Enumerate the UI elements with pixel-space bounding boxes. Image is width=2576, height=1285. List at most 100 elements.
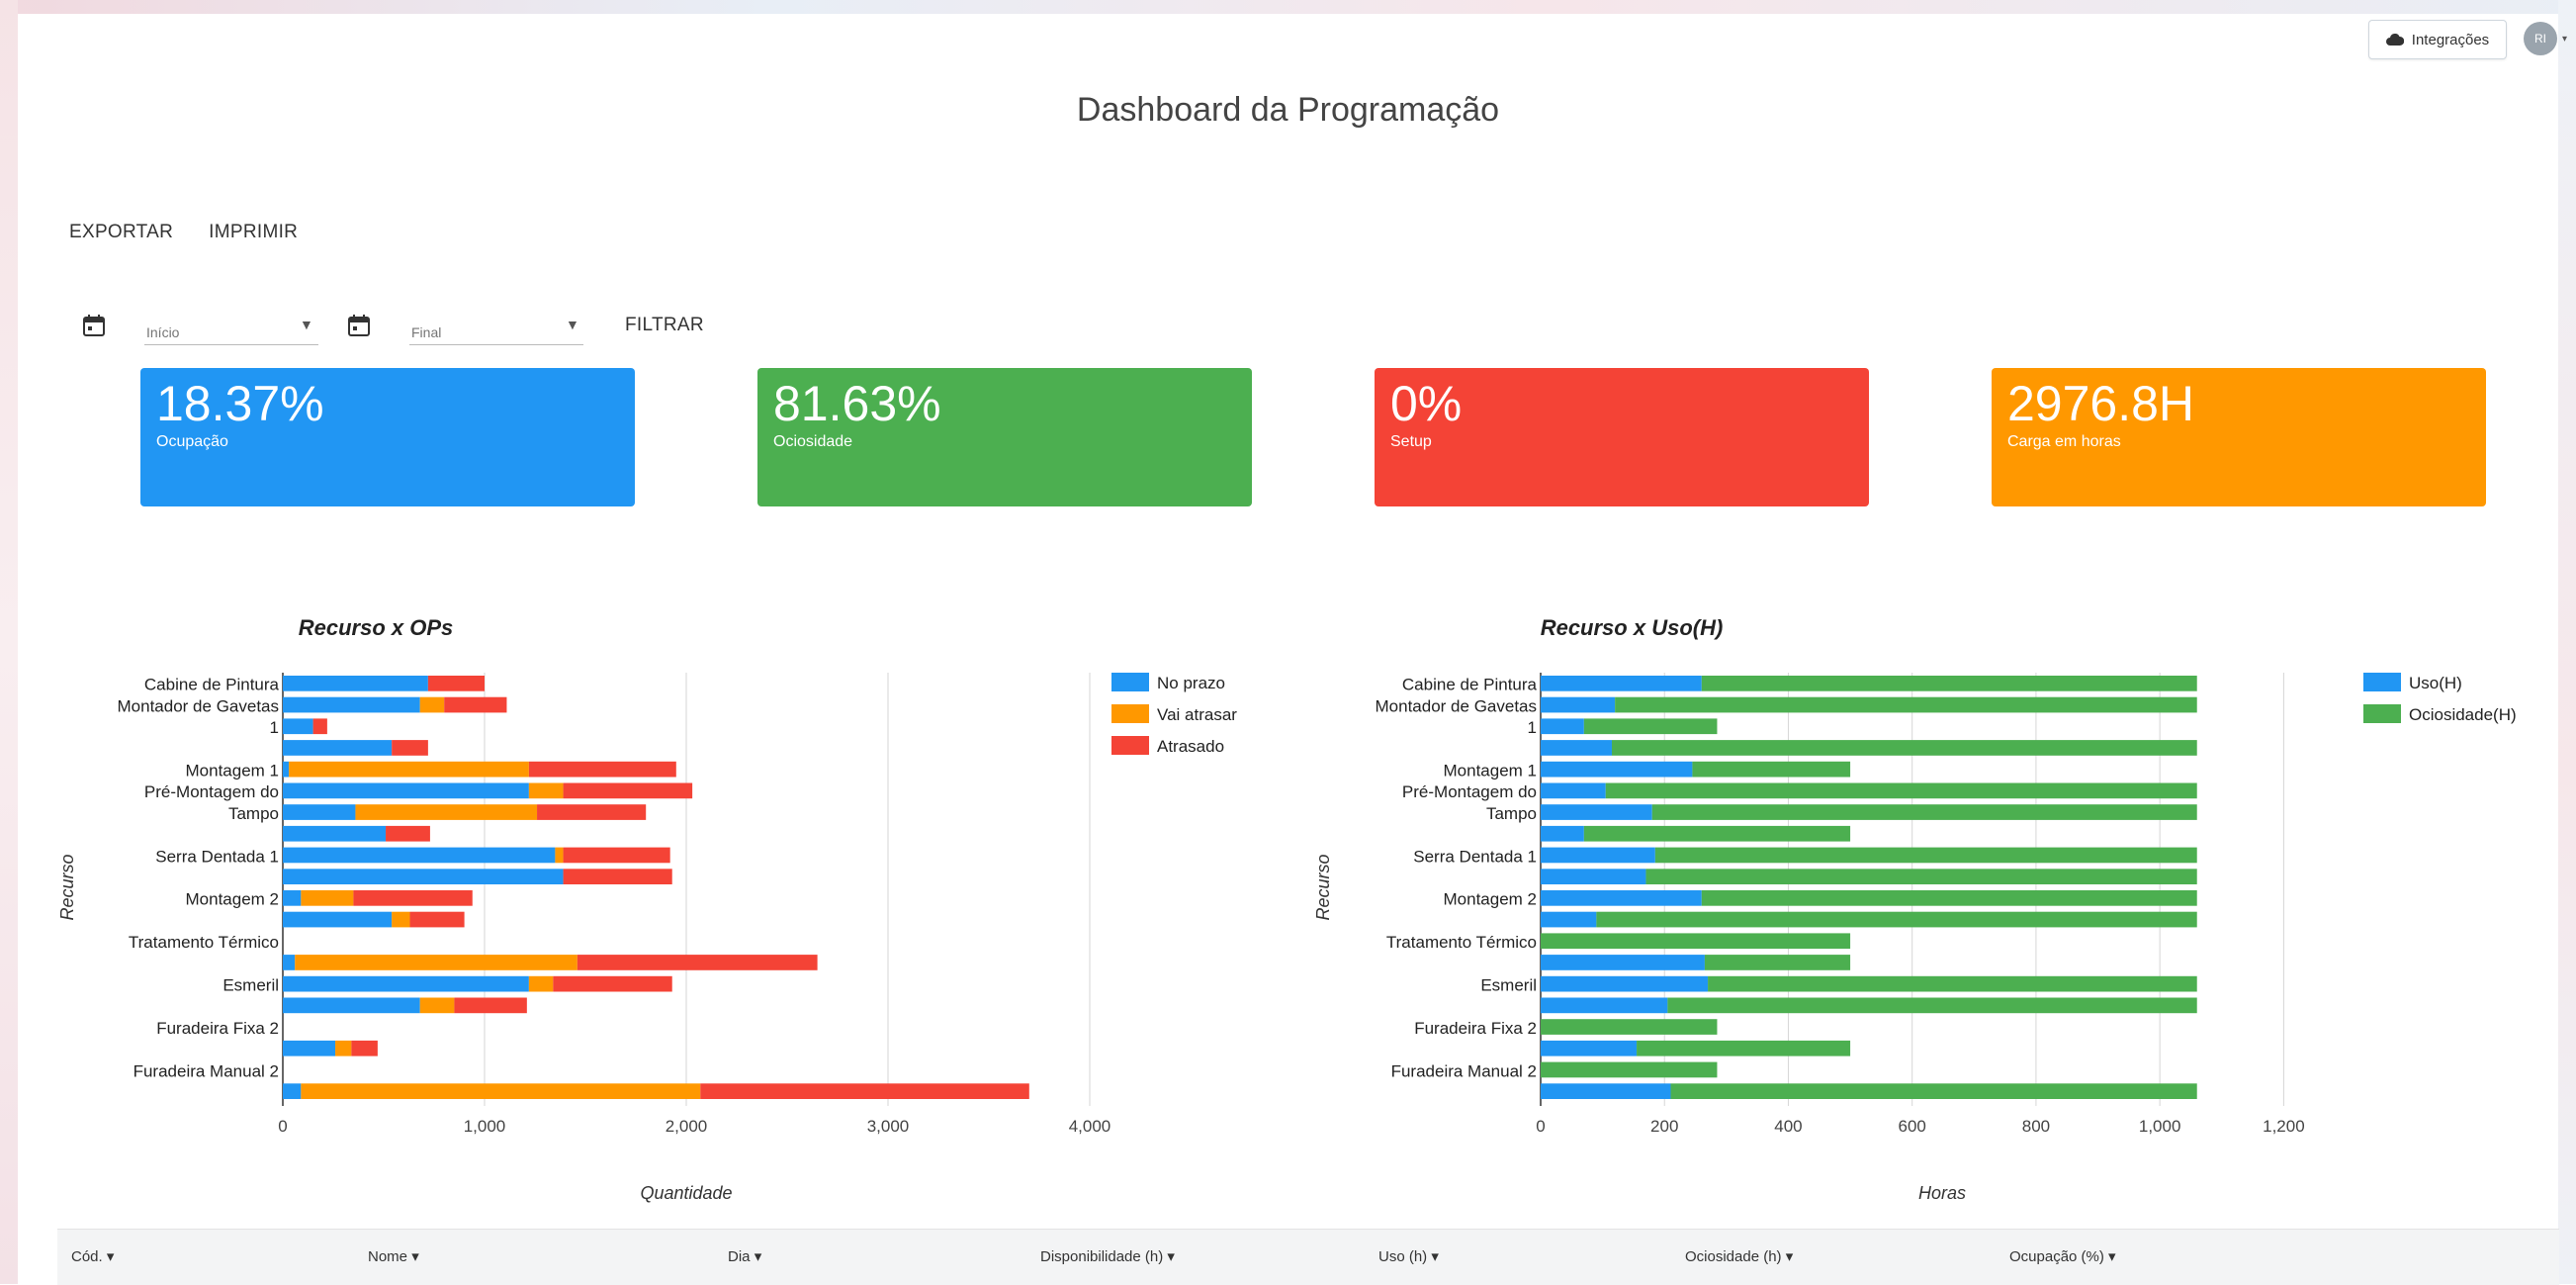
bar-segment xyxy=(1541,761,1693,778)
bar-segment xyxy=(1701,890,2197,906)
bar-segment xyxy=(1541,911,1597,928)
column-label: Disponibilidade (h) xyxy=(1040,1248,1164,1265)
bar-segment xyxy=(283,1083,302,1099)
y-tick-label: Montador de Gavetas xyxy=(1376,696,1537,715)
y-tick-label: Montagem 1 xyxy=(1444,762,1538,780)
legend-swatch xyxy=(2363,704,2401,723)
y-tick-label: Montador de Gavetas xyxy=(118,696,279,715)
bar-segment xyxy=(1541,847,1655,864)
y-tick-label: Pré-Montagem do xyxy=(1402,782,1537,801)
bar-segment xyxy=(563,782,693,799)
y-tick-label: Serra Dentada 1 xyxy=(1413,847,1537,866)
sort-caret-icon[interactable]: ▾ xyxy=(1786,1248,1794,1265)
chart-ops: 0 1,000 2,000 3,000 4,000 Cabine de Pintura Mo… xyxy=(57,673,2517,1203)
sort-caret-icon[interactable]: ▾ xyxy=(755,1248,762,1265)
column-label: Uso (h) xyxy=(1378,1248,1428,1265)
bar-segment xyxy=(528,975,554,992)
legend-swatch xyxy=(1111,736,1149,755)
bar-segment xyxy=(1541,676,1702,691)
bar-segment xyxy=(1704,955,1851,970)
bar-segment xyxy=(555,847,564,864)
column-header-code[interactable]: Cód. ▾ xyxy=(71,1247,114,1265)
bar-segment xyxy=(444,696,507,713)
column-header-day[interactable]: Dia ▾ xyxy=(728,1247,761,1265)
bar-segment xyxy=(283,997,420,1014)
x-tick-label: 3,000 xyxy=(867,1117,910,1136)
bar-segment xyxy=(353,890,473,906)
bar-segment xyxy=(1541,740,1613,756)
bar-segment xyxy=(1708,975,2197,992)
bar-segment xyxy=(283,955,296,970)
bar-segment xyxy=(1541,997,1668,1014)
bar-segment xyxy=(1541,1083,1671,1099)
bar-segment xyxy=(1701,676,2197,691)
y-tick-label: Montagem 1 xyxy=(186,762,280,780)
bar-segment xyxy=(283,847,556,864)
y-tick-label: Cabine de Pintura xyxy=(144,676,280,694)
bar-segment xyxy=(1541,933,1851,950)
column-header-occupation[interactable]: Ocupação (%) ▾ xyxy=(2009,1247,2116,1265)
bar-segment xyxy=(283,676,428,691)
bar-segment xyxy=(563,869,672,884)
legend-label: Ociosidade(H) xyxy=(2409,705,2517,724)
column-header-idleness[interactable]: Ociosidade (h) ▾ xyxy=(1685,1247,1793,1265)
bar-segment xyxy=(1583,718,1718,735)
y-tick-label: Cabine de Pintura xyxy=(1402,676,1538,694)
bar-segment xyxy=(528,782,564,799)
legend-swatch xyxy=(2363,673,2401,691)
y-tick-label: Esmeril xyxy=(222,976,279,995)
bar-segment xyxy=(295,955,577,970)
bar-segment xyxy=(1541,890,1702,906)
bar-segment xyxy=(1670,1083,2197,1099)
y-tick-label: 1 xyxy=(1528,718,1537,737)
bar-segment xyxy=(1541,1061,1718,1078)
legend-label: Atrasado xyxy=(1157,737,1224,756)
x-tick-label: 2,000 xyxy=(666,1117,708,1136)
sort-caret-icon[interactable]: ▾ xyxy=(2108,1248,2116,1265)
x-axis-title: Quantidade xyxy=(640,1183,732,1203)
column-header-name[interactable]: Nome ▾ xyxy=(368,1247,419,1265)
sort-caret-icon[interactable]: ▾ xyxy=(411,1248,419,1265)
legend-swatch xyxy=(1111,673,1149,691)
bar-segment xyxy=(283,869,564,884)
bar-segment xyxy=(1615,696,2197,713)
bar-segment xyxy=(1692,761,1851,778)
legend-label: Vai atrasar xyxy=(1157,705,1237,724)
legend-swatch xyxy=(1111,704,1149,723)
bar-segment xyxy=(283,804,356,820)
y-tick-label: Tratamento Térmico xyxy=(129,933,279,952)
bar-segment xyxy=(283,825,387,842)
bar-segment xyxy=(1637,1040,1851,1056)
bar-segment xyxy=(419,696,445,713)
column-label: Nome xyxy=(368,1248,408,1265)
sort-caret-icon[interactable]: ▾ xyxy=(107,1248,115,1265)
bar-segment xyxy=(1541,1040,1638,1056)
bar-segment xyxy=(283,782,529,799)
bar-segment xyxy=(1645,869,2197,884)
column-label: Ociosidade (h) xyxy=(1685,1248,1782,1265)
sort-caret-icon[interactable]: ▾ xyxy=(1431,1248,1439,1265)
sort-caret-icon[interactable]: ▾ xyxy=(1167,1248,1175,1265)
bar-segment xyxy=(537,804,647,820)
bar-segment xyxy=(355,804,538,820)
bar-segment xyxy=(283,975,529,992)
x-tick-label: 1,000 xyxy=(464,1117,506,1136)
bar-segment xyxy=(1541,782,1606,799)
x-tick-label: 800 xyxy=(2022,1117,2050,1136)
bar-segment xyxy=(283,740,393,756)
bar-segment xyxy=(1612,740,2197,756)
column-header-usage[interactable]: Uso (h) ▾ xyxy=(1378,1247,1439,1265)
column-header-availability[interactable]: Disponibilidade (h) ▾ xyxy=(1040,1247,1175,1265)
x-tick-label: 0 xyxy=(278,1117,287,1136)
bar-segment xyxy=(283,761,290,778)
y-tick-label: Tampo xyxy=(1486,804,1537,823)
bar-segment xyxy=(700,1083,1029,1099)
bar-segment xyxy=(1541,804,1652,820)
y-tick-label: Montagem 2 xyxy=(1444,890,1538,909)
column-label: Ocupação (%) xyxy=(2009,1248,2104,1265)
y-tick-label: Pré-Montagem do xyxy=(144,782,279,801)
table-header: Cód. ▾ Nome ▾ Dia ▾ Disponibilidade (h) … xyxy=(57,1229,2559,1285)
bar-segment xyxy=(553,975,672,992)
bar-segment xyxy=(283,1040,336,1056)
x-axis-title: Horas xyxy=(1918,1183,1966,1203)
